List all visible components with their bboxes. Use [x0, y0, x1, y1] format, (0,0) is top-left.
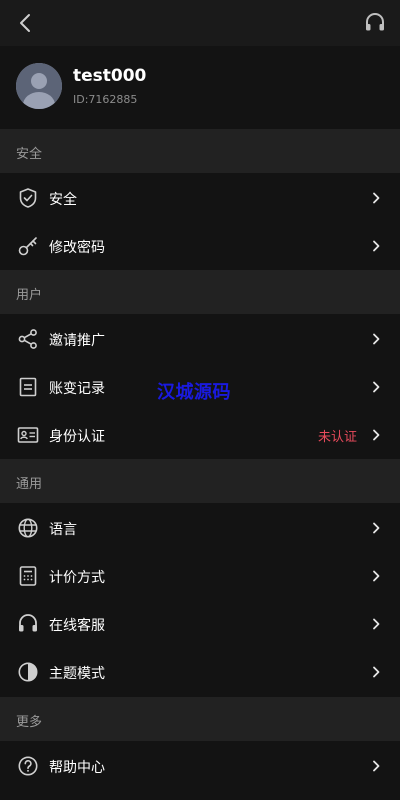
- menu-item-label: 安全: [49, 192, 77, 208]
- section-title: 更多: [16, 715, 43, 730]
- chevron-right-icon: [373, 760, 380, 772]
- profile-card[interactable]: test000 ID:7162885: [0, 46, 400, 129]
- id-card-icon: [17, 427, 39, 443]
- section-header-general: 通用: [0, 459, 400, 503]
- avatar[interactable]: [16, 63, 62, 109]
- section-title: 安全: [16, 147, 43, 162]
- menu-item-label: 修改密码: [49, 240, 105, 256]
- settings-page: test000 ID:7162885 安全 安全 修改密码 用户 邀请推广 账变…: [0, 0, 400, 800]
- document-icon: [19, 377, 37, 397]
- key-icon: [18, 237, 37, 256]
- section-header-security: 安全: [0, 129, 400, 173]
- chevron-right-icon: [373, 240, 380, 252]
- share-icon: [18, 329, 37, 349]
- headset-icon: [19, 614, 37, 632]
- chevron-right-icon: [373, 522, 380, 534]
- menu-item-label: 邀请推广: [49, 333, 105, 349]
- menu-item-label: 计价方式: [49, 570, 105, 586]
- chevron-right-icon: [373, 381, 380, 393]
- half-circle-icon: [18, 662, 38, 682]
- calculator-icon: [19, 566, 37, 586]
- menu-item-language[interactable]: 语言: [0, 504, 400, 552]
- menu-item-label: 主题模式: [49, 666, 105, 682]
- chevron-right-icon: [373, 192, 380, 204]
- menu-item-label: 账变记录: [49, 381, 105, 397]
- username: test000: [73, 66, 147, 86]
- menu-item-theme[interactable]: 主题模式: [0, 648, 400, 696]
- question-circle-icon: [18, 756, 38, 776]
- watermark-text: 汉城源码: [157, 382, 231, 403]
- globe-icon: [18, 518, 38, 538]
- menu-item-label: 帮助中心: [49, 760, 105, 776]
- section-header-more: 更多: [0, 697, 400, 741]
- menu-item-identity[interactable]: 身份认证 未认证: [0, 411, 400, 459]
- shield-check-icon: [19, 188, 37, 208]
- chevron-right-icon: [373, 429, 380, 441]
- menu-item-invite[interactable]: 邀请推广: [0, 315, 400, 363]
- back-chevron-icon[interactable]: [14, 11, 38, 35]
- menu-item-support[interactable]: 在线客服: [0, 600, 400, 648]
- chevron-right-icon: [373, 666, 380, 678]
- headset-icon[interactable]: [364, 11, 386, 35]
- section-header-user: 用户: [0, 270, 400, 314]
- menu-item-label: 身份认证: [49, 429, 105, 445]
- identity-status-badge: 未认证: [317, 430, 357, 445]
- section-title: 用户: [16, 288, 43, 303]
- menu-item-label: 语言: [49, 522, 77, 538]
- chevron-right-icon: [373, 333, 380, 345]
- user-avatar-icon: [16, 63, 62, 109]
- top-bar: [0, 0, 400, 46]
- user-id: ID:7162885: [73, 93, 138, 106]
- menu-item-label: 在线客服: [49, 618, 105, 634]
- section-title: 通用: [16, 477, 43, 492]
- menu-item-pricing[interactable]: 计价方式: [0, 552, 400, 600]
- menu-item-security[interactable]: 安全: [0, 174, 400, 222]
- menu-item-change-password[interactable]: 修改密码: [0, 222, 400, 270]
- chevron-right-icon: [373, 570, 380, 582]
- chevron-right-icon: [373, 618, 380, 630]
- menu-item-help[interactable]: 帮助中心: [0, 742, 400, 790]
